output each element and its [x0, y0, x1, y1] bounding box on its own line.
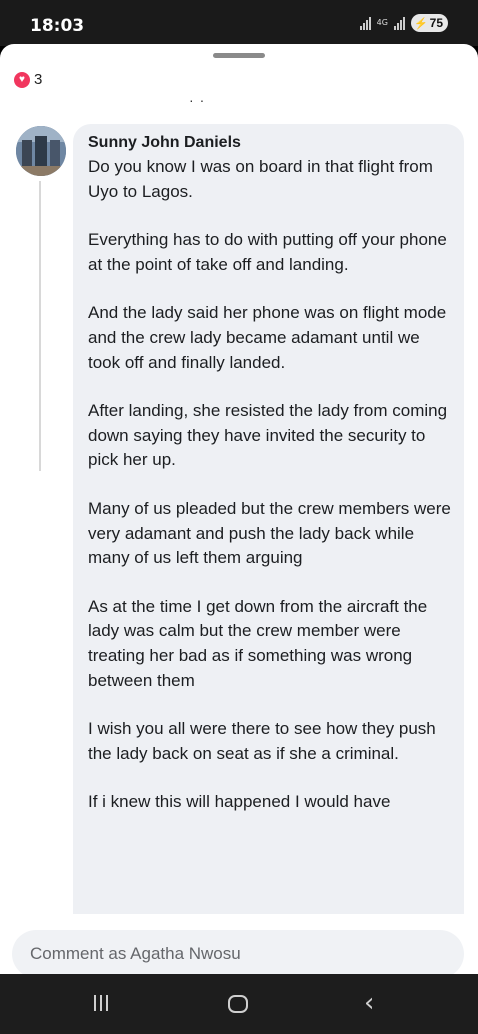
- comment-input[interactable]: Comment as Agatha Nwosu: [12, 930, 464, 974]
- comment-paragraph: Many of us pleaded but the crew members …: [88, 498, 451, 568]
- battery-indicator: ⚡ 75: [410, 14, 448, 32]
- status-time: 18:03: [30, 16, 85, 36]
- status-bar: 18:03 4G ⚡ 75: [0, 0, 478, 46]
- home-icon[interactable]: [228, 995, 248, 1013]
- comment-paragraph: As at the time I get down from the aircr…: [88, 596, 428, 690]
- comment-paragraph: If i knew this will happened I would hav…: [88, 792, 391, 812]
- back-icon[interactable]: ‹: [364, 990, 374, 1016]
- comment-paragraph: Do you know I was on board in that fligh…: [88, 157, 433, 201]
- comments-sheet: ♥ 3 ·· Sunny John Daniels Do you know I …: [0, 44, 478, 974]
- comment-paragraph: After landing, she resisted the lady fro…: [88, 401, 448, 470]
- comment-paragraph: I wish you all were there to see how the…: [88, 719, 436, 763]
- recent-apps-icon[interactable]: [94, 995, 108, 1011]
- network-type: 4G: [376, 18, 388, 27]
- signal-icon: [359, 16, 371, 30]
- comment-paragraph: Everything has to do with putting off yo…: [88, 230, 447, 274]
- signal-icon-2: [393, 16, 405, 30]
- thread-line: [39, 181, 41, 471]
- system-nav-bar: ‹: [0, 974, 478, 1034]
- comment-composer: Comment as Agatha Nwosu: [0, 914, 478, 974]
- reaction-summary[interactable]: ♥ 3: [14, 71, 42, 88]
- drag-handle[interactable]: [213, 53, 265, 58]
- comment-author[interactable]: Sunny John Daniels: [88, 134, 452, 152]
- battery-level: 75: [429, 16, 443, 30]
- charging-icon: ⚡: [413, 17, 428, 30]
- comment-bubble[interactable]: Sunny John Daniels Do you know I was on …: [73, 124, 464, 974]
- reaction-count: 3: [34, 71, 43, 88]
- avatar[interactable]: [16, 126, 66, 176]
- more-dots-icon: ··: [189, 92, 211, 108]
- comment-placeholder: Comment as Agatha Nwosu: [30, 944, 241, 963]
- status-icons: 4G ⚡ 75: [359, 14, 448, 32]
- comment-paragraph: And the lady said her phone was on fligh…: [88, 303, 447, 372]
- heart-icon: ♥: [14, 71, 30, 88]
